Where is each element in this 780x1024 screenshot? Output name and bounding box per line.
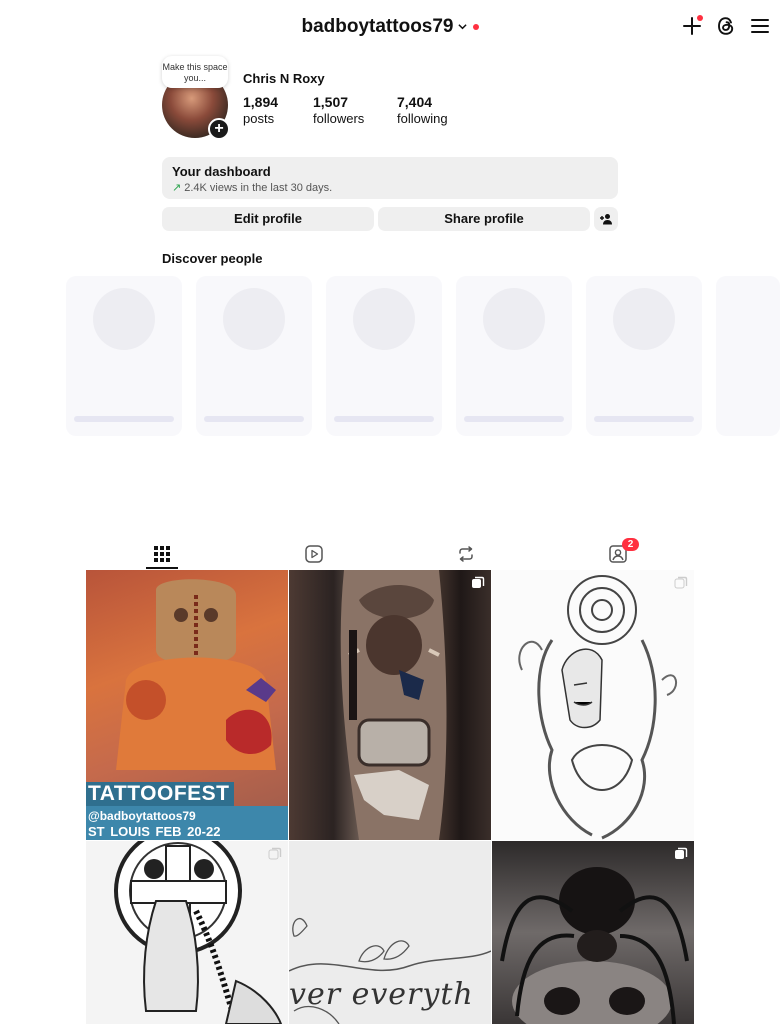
banner-handle: @badboytattoos79: [88, 809, 196, 823]
carousel-icon: [675, 847, 688, 859]
notification-dot: [472, 24, 479, 30]
stat-value: 1,894: [243, 94, 279, 110]
reels-icon: [305, 545, 323, 563]
suggestion-avatar-placeholder: [613, 288, 675, 350]
threads-button[interactable]: [714, 14, 738, 38]
banner-city-date: ST LOUIS FEB 20-22: [88, 824, 221, 839]
suggestion-avatar-placeholder: [483, 288, 545, 350]
stat-value: 1,507: [313, 94, 349, 110]
suggestion-button-placeholder: [334, 416, 434, 422]
stat-label: posts: [243, 111, 275, 126]
spider-skull-tattoo-post[interactable]: [492, 841, 694, 1024]
reposts-icon: [459, 546, 473, 562]
create-notification-dot: [697, 15, 703, 21]
username-label: badboytattoos79: [301, 16, 454, 37]
suggestion-avatar-placeholder: [223, 288, 285, 350]
top-bar: badboytattoos79: [0, 0, 780, 56]
texas-arm-artwork: [340, 570, 447, 840]
carousel-icon: [674, 576, 688, 589]
texas-tattoo-post[interactable]: [289, 570, 491, 840]
scarecrow-artwork: [116, 579, 276, 770]
spider-skull-artwork: [500, 867, 689, 1024]
dashboard-views: 2.4K views in the last 30 days.: [184, 182, 333, 194]
dashboard-card[interactable]: Your dashboard ↗ 2.4K views in the last 3…: [162, 157, 618, 199]
dashboard-subtitle: ↗ 2.4K views in the last 30 days.: [172, 181, 608, 194]
stat-posts[interactable]: 1,894 posts: [243, 94, 278, 126]
trend-up-icon: ↗: [172, 182, 182, 194]
script-text: ver everyth: [289, 977, 474, 1012]
suggestion-card-placeholder: [716, 276, 780, 436]
hamburger-menu-icon: [751, 19, 769, 33]
add-story-icon[interactable]: +: [208, 118, 230, 140]
menu-button[interactable]: [748, 14, 772, 38]
discover-people-button[interactable]: [594, 207, 618, 231]
suggestion-button-placeholder: [594, 416, 694, 422]
suggestion-button-placeholder: [204, 416, 304, 422]
display-name: Chris N Roxy: [243, 71, 325, 86]
script-tattoo-post[interactable]: ver everyth: [289, 841, 491, 1024]
suggestion-avatar-placeholder: [353, 288, 415, 350]
threads-icon: [718, 17, 734, 35]
stat-label: following: [397, 111, 448, 126]
stat-value: 7,404: [397, 94, 433, 110]
rose-woman-artwork: [518, 575, 677, 840]
tattoo-fest-post[interactable]: TATTOOFEST @badboytattoos79 ST LOUIS FEB…: [86, 570, 288, 840]
edit-profile-button[interactable]: Edit profile: [162, 207, 374, 231]
suggestion-avatar-placeholder: [93, 288, 155, 350]
add-person-icon: [600, 214, 612, 225]
tab-posts-grid[interactable]: [150, 542, 174, 566]
banner-title: TATTOOFEST: [86, 782, 234, 806]
note-bubble[interactable]: Make this space you...: [162, 56, 228, 88]
stat-label: followers: [313, 111, 365, 126]
praying-hands-tattoo-post[interactable]: [86, 841, 288, 1024]
event-banner: TATTOOFEST @badboytattoos79 ST LOUIS FEB…: [86, 782, 288, 840]
create-button[interactable]: [680, 14, 704, 38]
discover-people-title: Discover people: [162, 251, 263, 266]
account-switcher[interactable]: badboytattoos79: [301, 16, 479, 38]
carousel-icon: [472, 576, 485, 588]
tab-reposts[interactable]: [454, 542, 478, 566]
tab-reels[interactable]: [302, 542, 326, 566]
share-profile-button[interactable]: Share profile: [378, 207, 590, 231]
suggestion-button-placeholder: [74, 416, 174, 422]
chevron-down-icon: [457, 23, 467, 29]
suggestion-button-placeholder: [464, 416, 564, 422]
rose-woman-tattoo-post[interactable]: [492, 570, 694, 840]
active-tab-indicator: [146, 567, 178, 569]
tagged-count-badge: 2: [622, 538, 639, 551]
carousel-icon: [268, 847, 282, 860]
grid-icon: [154, 546, 170, 562]
stat-following[interactable]: 7,404 following: [397, 94, 448, 126]
username-wrap: badboytattoos79: [0, 16, 780, 38]
praying-hands-artwork: [114, 841, 283, 1024]
stat-followers[interactable]: 1,507 followers: [313, 94, 364, 126]
dashboard-title: Your dashboard: [172, 164, 271, 179]
